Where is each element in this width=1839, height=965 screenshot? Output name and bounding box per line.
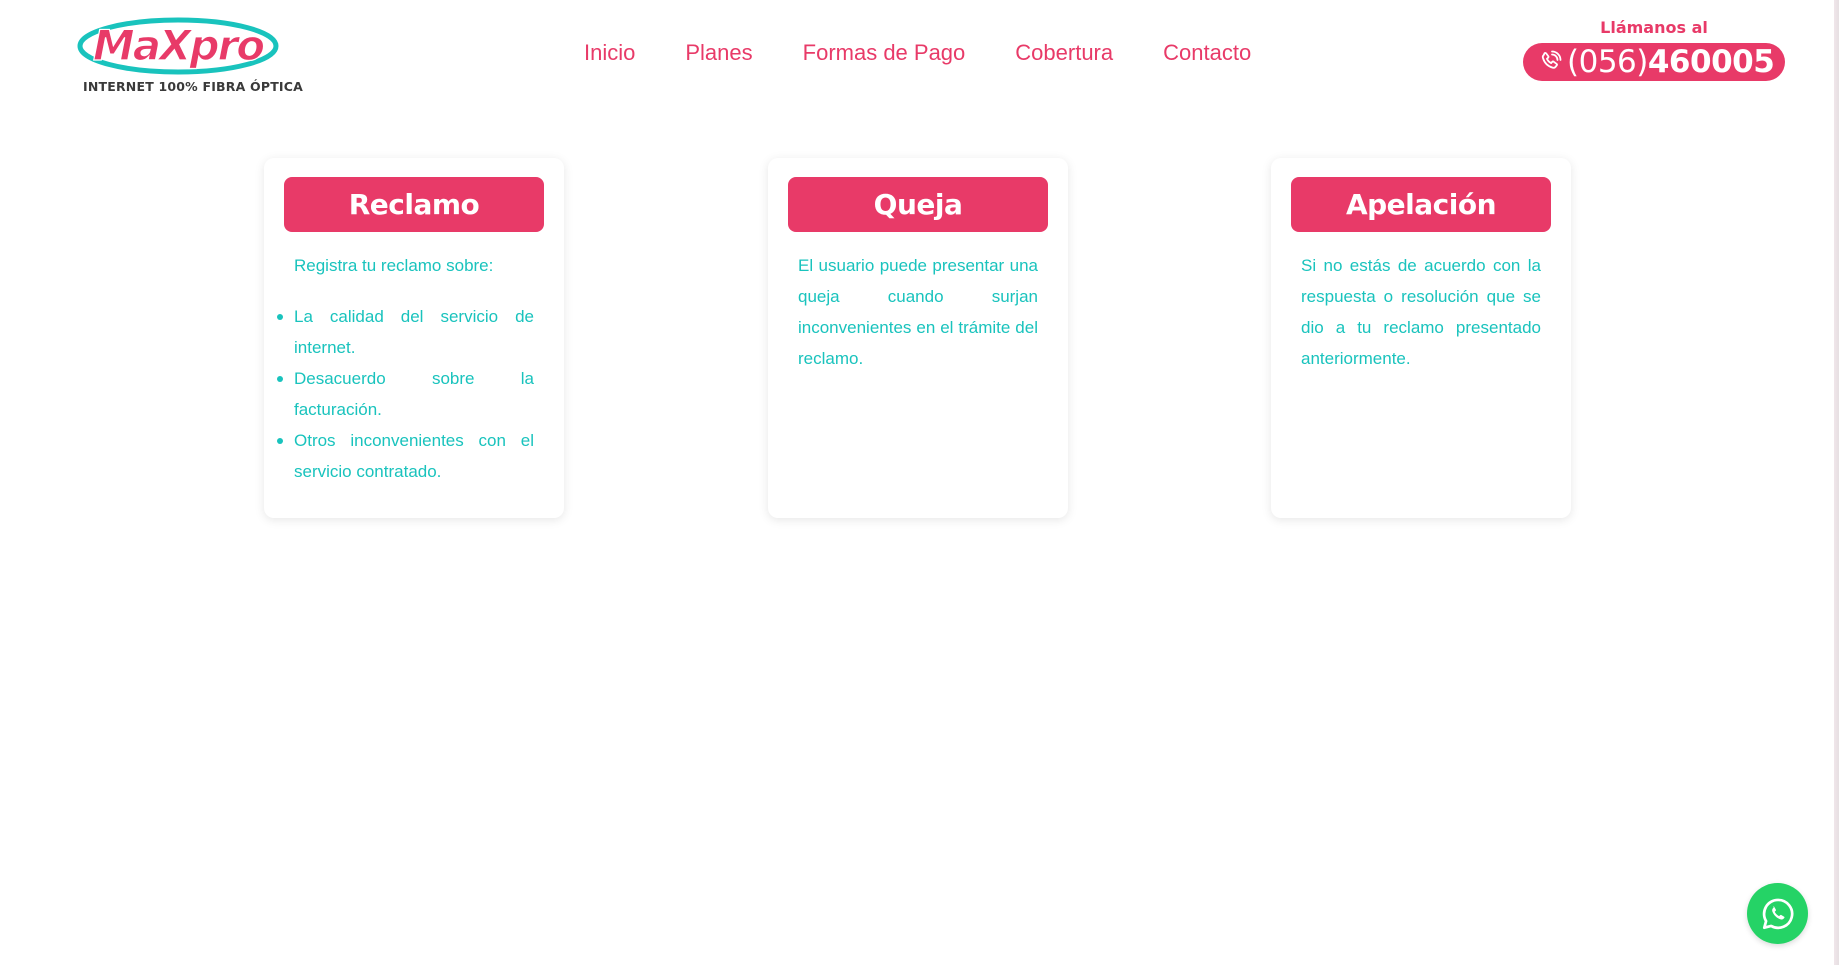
whatsapp-icon	[1762, 898, 1793, 929]
list-item: Desacuerdo sobre la facturación.	[277, 363, 534, 425]
card-text: El usuario puede presentar una queja cua…	[798, 256, 1038, 368]
card-apelacion: Apelación Si no estás de acuerdo con la …	[1271, 158, 1571, 518]
card-body: Registra tu reclamo sobre: La calidad de…	[277, 250, 534, 487]
list-item: Otros inconvenientes con el servicio con…	[277, 425, 534, 487]
nav-item-cobertura[interactable]: Cobertura	[1015, 40, 1113, 66]
whatsapp-button[interactable]	[1747, 883, 1808, 944]
maxpro-logo[interactable]: MaXpro INTERNET 100% FIBRA ÓPTICA	[74, 16, 303, 96]
phone-number-button[interactable]: (056) 460005	[1523, 43, 1785, 81]
logo-wordmark: MaXpro	[93, 21, 264, 70]
reclamo-list: La calidad del servicio de internet. Des…	[277, 301, 534, 487]
card-body: Si no estás de acuerdo con la respuesta …	[1301, 250, 1541, 374]
card-reclamo: Reclamo Registra tu reclamo sobre: La ca…	[264, 158, 564, 518]
page-scrollbar[interactable]	[1834, 0, 1839, 965]
card-title: Reclamo	[284, 177, 544, 232]
card-text: Si no estás de acuerdo con la respuesta …	[1301, 256, 1541, 368]
phone-number: 460005	[1647, 44, 1775, 80]
site-header: MaXpro INTERNET 100% FIBRA ÓPTICA Inicio…	[0, 0, 1834, 110]
nav-item-inicio[interactable]: Inicio	[584, 40, 635, 66]
nav-item-formas-de-pago[interactable]: Formas de Pago	[803, 40, 966, 66]
phone-prefix: (056)	[1567, 44, 1648, 80]
card-queja: Queja El usuario puede presentar una que…	[768, 158, 1068, 518]
card-title: Apelación	[1291, 177, 1551, 232]
nav-item-planes[interactable]: Planes	[685, 40, 752, 66]
call-us-caption: Llámanos al	[1600, 18, 1708, 37]
nav-item-contacto[interactable]: Contacto	[1163, 40, 1251, 66]
main-navigation: Inicio Planes Formas de Pago Cobertura C…	[584, 40, 1301, 66]
logo-graphic: MaXpro	[77, 17, 279, 75]
card-body: El usuario puede presentar una queja cua…	[798, 250, 1038, 374]
card-intro: Registra tu reclamo sobre:	[294, 256, 494, 275]
logo-tagline: INTERNET 100% FIBRA ÓPTICA	[83, 79, 304, 94]
card-title: Queja	[788, 177, 1048, 232]
phone-ring-icon	[1537, 49, 1563, 75]
call-us-box[interactable]: Llámanos al (056) 460005	[1523, 18, 1785, 82]
list-item: La calidad del servicio de internet.	[277, 301, 534, 363]
